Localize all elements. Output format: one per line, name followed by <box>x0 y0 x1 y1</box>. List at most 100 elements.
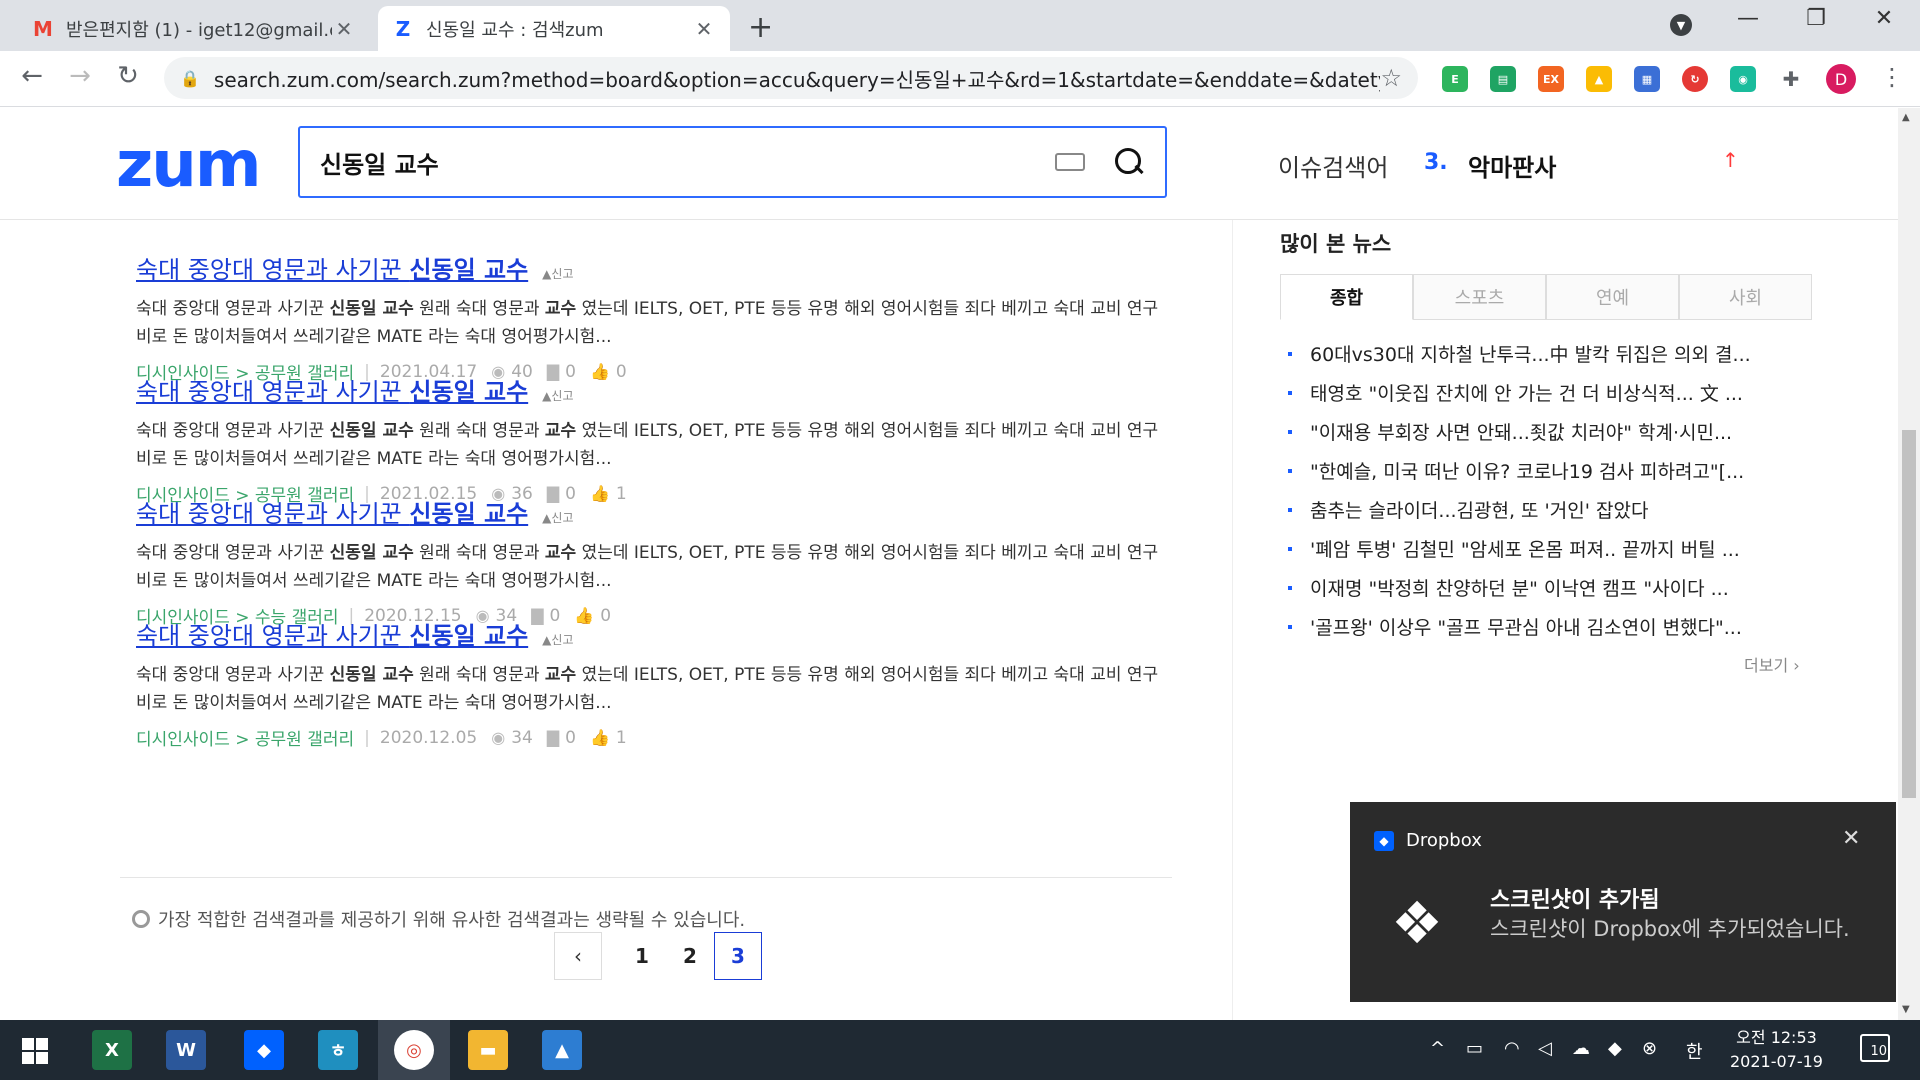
news-headline: 이재명 "박정희 찬양하던 분" 이낙연 캠프 "사이다 ... <box>1310 578 1729 600</box>
evernote-extension-icon[interactable]: E <box>1442 66 1468 92</box>
result-item: 숙대 중앙대 영문과 사기꾼 신동일 교수 ▲신고 숙대 중앙대 영문과 사기꾼 … <box>136 372 1176 506</box>
close-tab-icon[interactable]: ✕ <box>692 17 716 41</box>
new-tab-button[interactable]: + <box>748 10 773 45</box>
report-label: 신고 <box>551 633 574 647</box>
restore-button[interactable]: ❐ <box>1792 6 1840 31</box>
sheets-extension-icon[interactable]: ▤ <box>1490 66 1516 92</box>
news-headline: 60대vs30대 지하철 난투극...中 발칵 뒤집은 의외 결... <box>1310 344 1751 366</box>
tab-gmail[interactable]: M 받은편지함 (1) - iget12@gmail.c ✕ <box>18 6 370 51</box>
red-extension-icon[interactable]: ↻ <box>1682 66 1708 92</box>
prev-page-button[interactable]: ‹ <box>554 932 602 980</box>
reload-button[interactable]: ↻ <box>110 61 146 91</box>
bookmark-star-icon[interactable]: ☆ <box>1380 64 1402 92</box>
dropbox-tray-icon[interactable]: ◆ <box>1608 1038 1622 1059</box>
news-item[interactable]: "이재용 부회장 사면 안돼...죗값 치러야" 학계·시민... <box>1280 412 1812 451</box>
toast-close-icon[interactable]: ✕ <box>1842 826 1860 851</box>
menu-kebab-icon[interactable]: ⋮ <box>1880 63 1904 91</box>
column-divider <box>1232 220 1233 1020</box>
photos-icon[interactable]: ▲ <box>542 1030 582 1070</box>
report-link[interactable]: ▲신고 <box>542 509 573 526</box>
report-link[interactable]: ▲신고 <box>542 265 573 282</box>
page-scrollbar[interactable]: ▲ ▼ <box>1898 108 1920 1020</box>
scroll-thumb[interactable] <box>1902 430 1916 798</box>
windows-start-icon[interactable] <box>22 1038 48 1064</box>
word-icon[interactable]: W <box>166 1030 206 1070</box>
error-tray-icon[interactable]: ⊗ <box>1642 1038 1657 1059</box>
ime-indicator[interactable]: 한 <box>1686 1038 1703 1064</box>
file-explorer-icon[interactable]: ▬ <box>468 1030 508 1070</box>
news-headline: 춤추는 슬라이더...김광현, 또 '거인' 잡았다 <box>1310 500 1649 522</box>
minimize-button[interactable]: — <box>1724 6 1772 31</box>
dropbox-notification[interactable]: ◆ Dropbox ✕ ❖ 스크린샷이 추가됨 스크린샷이 Dropbox에 추… <box>1350 802 1896 1002</box>
zum-logo[interactable]: zum <box>116 128 261 202</box>
title-highlight: 신동일 교수 <box>409 256 529 284</box>
excel-icon[interactable]: X <box>92 1030 132 1070</box>
news-item[interactable]: 춤추는 슬라이더...김광현, 또 '거인' 잡았다 <box>1280 490 1812 529</box>
notification-center-icon[interactable]: 10 <box>1860 1034 1890 1062</box>
page-2-link[interactable]: 2 <box>666 932 714 980</box>
news-item[interactable]: '폐암 투병' 김철민 "암세포 온몸 퍼져.. 끝까지 버틸 ... <box>1280 529 1812 568</box>
source-link[interactable]: 디시인사이드 > 공무원 갤러리 <box>136 725 354 750</box>
search-icon[interactable] <box>1113 146 1145 178</box>
wifi-icon[interactable]: ◠ <box>1504 1038 1520 1059</box>
news-item[interactable]: 태영호 "이웃집 잔치에 안 가는 건 더 비상식적... 文 ... <box>1280 373 1812 412</box>
bullet-icon <box>1288 507 1292 512</box>
zum-header: zum 이슈검색어 3. 악마판사 ↑ <box>0 108 1898 220</box>
notice-text: 가장 적합한 검색결과를 제공하기 위해 유사한 검색결과는 생략될 수 있습니… <box>158 910 746 931</box>
news-headline: 태영호 "이웃집 잔치에 안 가는 건 더 비상식적... 文 ... <box>1310 383 1743 405</box>
puzzle-extensions-icon[interactable]: ✚ <box>1778 66 1804 92</box>
drive-extension-icon[interactable]: ▲ <box>1586 66 1612 92</box>
volume-icon[interactable]: ◁ <box>1538 1038 1552 1059</box>
dropbox-taskbar-icon[interactable]: ◆ <box>244 1030 284 1070</box>
page-3-current[interactable]: 3 <box>714 932 762 980</box>
keyboard-icon[interactable] <box>1055 153 1085 171</box>
report-link[interactable]: ▲신고 <box>542 631 573 648</box>
window-close-button[interactable]: ✕ <box>1860 6 1908 31</box>
search-input[interactable] <box>320 148 1055 176</box>
chrome-icon[interactable]: ◎ <box>394 1030 434 1070</box>
result-title-link[interactable]: 숙대 중앙대 영문과 사기꾼 신동일 교수 <box>136 256 528 284</box>
tray-chevron-icon[interactable]: ^ <box>1430 1038 1445 1059</box>
calendar-extension-icon[interactable]: ▦ <box>1634 66 1660 92</box>
tab-overall[interactable]: 종합 <box>1280 274 1413 320</box>
news-list: 60대vs30대 지하철 난투극...中 발칵 뒤집은 의외 결... 태영호 … <box>1280 334 1812 646</box>
tab-search-icon[interactable]: ▼ <box>1670 14 1692 36</box>
news-item[interactable]: 이재명 "박정희 찬양하던 분" 이낙연 캠프 "사이다 ... <box>1280 568 1812 607</box>
report-link[interactable]: ▲신고 <box>542 387 573 404</box>
tab-zum-search[interactable]: Z 신동일 교수 : 검색zum ✕ <box>378 6 730 51</box>
news-item[interactable]: '골프왕' 이상우 "골프 무관심 아내 김소연이 변했다"... <box>1280 607 1812 646</box>
tab-society[interactable]: 사회 <box>1679 274 1812 320</box>
system-clock[interactable]: 오전 12:53 2021-07-19 <box>1730 1026 1823 1074</box>
magnifier-icon <box>132 910 150 928</box>
forward-button[interactable]: → <box>62 61 98 91</box>
issue-keyword-link[interactable]: 악마판사 <box>1468 148 1556 183</box>
bullet-icon <box>1288 585 1292 590</box>
tab-sports[interactable]: 스포츠 <box>1413 274 1546 320</box>
scroll-down-icon[interactable]: ▼ <box>1902 1004 1910 1015</box>
result-title-link[interactable]: 숙대 중앙대 영문과 사기꾼 신동일 교수 <box>136 622 528 650</box>
cloud-upload-icon[interactable]: ☁ <box>1572 1038 1590 1059</box>
page-1-link[interactable]: 1 <box>618 932 666 980</box>
back-button[interactable]: ← <box>14 61 50 91</box>
news-item[interactable]: 60대vs30대 지하철 난투극...中 발칵 뒤집은 의외 결... <box>1280 334 1812 373</box>
result-item: 숙대 중앙대 영문과 사기꾼 신동일 교수 ▲신고 숙대 중앙대 영문과 사기꾼 … <box>136 494 1176 628</box>
scroll-up-icon[interactable]: ▲ <box>1902 112 1910 123</box>
address-bar[interactable]: 🔒 search.zum.com/search.zum?method=board… <box>164 57 1418 99</box>
result-snippet: 숙대 중앙대 영문과 사기꾼 신동일 교수 원래 숙대 영문과 교수 였는데 I… <box>136 295 1166 351</box>
bullet-icon <box>1288 429 1292 434</box>
result-title-link[interactable]: 숙대 중앙대 영문과 사기꾼 신동일 교수 <box>136 500 528 528</box>
tab-entertainment[interactable]: 연예 <box>1546 274 1679 320</box>
more-news-link[interactable]: 더보기 › <box>1744 652 1800 676</box>
post-date: 2020.12.05 <box>379 727 478 748</box>
close-tab-icon[interactable]: ✕ <box>332 17 356 41</box>
result-title-link[interactable]: 숙대 중앙대 영문과 사기꾼 신동일 교수 <box>136 378 528 406</box>
url-text: search.zum.com/search.zum?method=board&o… <box>213 67 1381 92</box>
omitted-results-notice: 가장 적합한 검색결과를 제공하기 위해 유사한 검색결과는 생략될 수 있습니… <box>132 906 745 932</box>
hancom-icon[interactable]: ㅎ <box>318 1030 358 1070</box>
profile-avatar[interactable]: D <box>1826 64 1856 94</box>
ex-extension-icon[interactable]: EX <box>1538 66 1564 92</box>
battery-icon[interactable]: ▭ <box>1466 1038 1483 1059</box>
teal-extension-icon[interactable]: ◉ <box>1730 66 1756 92</box>
news-item[interactable]: "한예슬, 미국 떠난 이유? 코로나19 검사 피하려고"[... <box>1280 451 1812 490</box>
separator: | <box>364 727 370 748</box>
